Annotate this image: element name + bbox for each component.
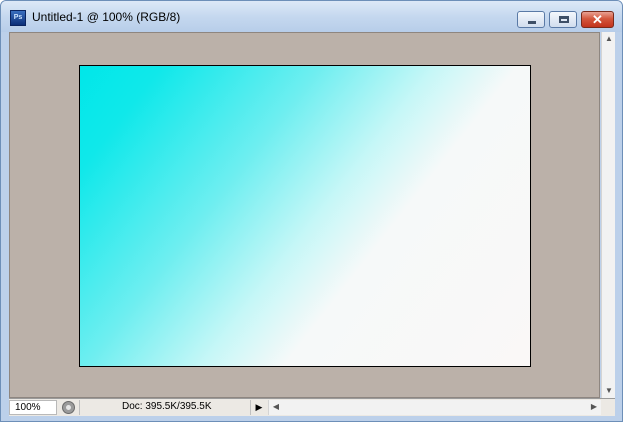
maximize-icon (559, 16, 569, 23)
window-title: Untitled-1 @ 100% (RGB/8) (32, 10, 181, 24)
status-info-icon[interactable] (62, 401, 75, 414)
resize-grip-icon[interactable] (601, 400, 615, 415)
pasteboard[interactable] (9, 32, 600, 398)
scroll-right-icon[interactable]: ▶ (587, 400, 601, 414)
zoom-level-field[interactable]: 100% (9, 400, 57, 415)
photoshop-app-icon[interactable]: Ps (10, 10, 26, 26)
scroll-up-icon[interactable]: ▲ (602, 32, 616, 46)
scroll-down-icon[interactable]: ▼ (602, 384, 616, 398)
close-button[interactable]: ✕ (581, 11, 614, 28)
scroll-left-icon[interactable]: ◀ (269, 400, 283, 414)
minimize-icon (528, 21, 536, 24)
title-bar[interactable]: Ps Untitled-1 @ 100% (RGB/8) ✕ (1, 1, 622, 32)
vertical-scrollbar[interactable]: ▲ ▼ (601, 32, 615, 398)
maximize-button[interactable] (549, 11, 577, 28)
status-menu-arrow-icon[interactable]: ▶ (252, 400, 266, 415)
document-canvas[interactable] (79, 65, 531, 367)
document-window: Ps Untitled-1 @ 100% (RGB/8) ✕ ▲ ▼ 100% … (0, 0, 623, 422)
horizontal-scrollbar[interactable]: ◀ ▶ (268, 400, 601, 415)
status-bar: 100% Doc: 395.5K/395.5K ▶ ◀ ▶ (9, 398, 615, 416)
close-icon: ✕ (592, 12, 603, 27)
minimize-button[interactable] (517, 11, 545, 28)
document-size-info: Doc: 395.5K/395.5K (79, 400, 251, 415)
